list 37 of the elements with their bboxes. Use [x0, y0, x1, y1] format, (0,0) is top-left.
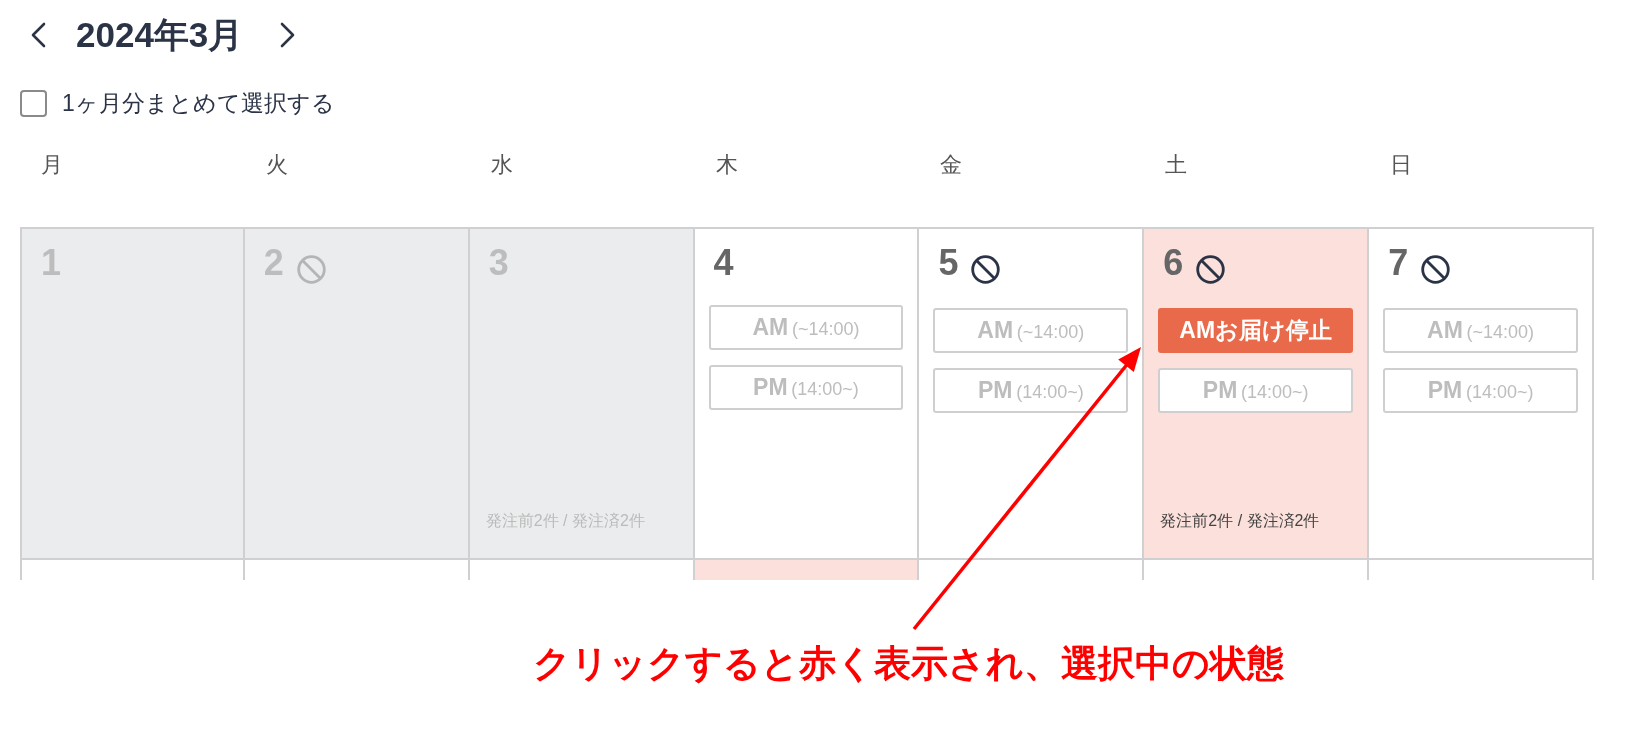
chevron-left-icon[interactable]	[30, 22, 46, 48]
weekday-label: 金	[940, 151, 963, 179]
weekday-label: 水	[490, 151, 513, 179]
calendar-day-cell[interactable]	[694, 558, 920, 580]
weekday-label: 日	[1390, 151, 1413, 179]
calendar-day-cell[interactable]	[1144, 558, 1370, 580]
weekday-label: 火	[265, 151, 288, 179]
delivery-slot-button[interactable]: PM (14:00~)	[1383, 368, 1578, 413]
calendar-day-cell[interactable]	[919, 558, 1145, 580]
chevron-right-icon[interactable]	[280, 22, 297, 48]
calendar-day-cell[interactable]: 4 AM (~14:00) PM (14:00~)	[694, 227, 920, 558]
day-number: 6	[1163, 245, 1184, 281]
delivery-slot-button[interactable]: PM (14:00~)	[1158, 368, 1354, 413]
checkbox-label: 1ヶ月分まとめて選択する	[62, 89, 335, 117]
delivery-slot-button[interactable]: AM (~14:00)	[933, 308, 1129, 353]
delivery-slot-button[interactable]: AMお届け停止	[1158, 308, 1354, 353]
delivery-slot-button[interactable]: PM (14:00~)	[933, 368, 1129, 413]
weekday-label: 月	[41, 151, 63, 179]
day-number: 7	[1388, 245, 1409, 281]
calendar-day-cell[interactable]	[1369, 558, 1594, 580]
weekday-label: 木	[715, 151, 738, 179]
calendar-day-cell[interactable]	[20, 558, 245, 580]
delivery-slot-button[interactable]: AM (~14:00)	[1383, 308, 1578, 353]
calendar-day-cell[interactable]: 7 AM (~14:00) PM (14:00~)	[1369, 227, 1594, 558]
day-number: 5	[938, 245, 959, 281]
weekday-label: 土	[1165, 151, 1188, 179]
checkbox[interactable]	[20, 89, 47, 117]
calendar-day-cell[interactable]: 5 AM (~14:00) PM (14:00~)	[919, 227, 1145, 558]
delivery-slot-button[interactable]: PM (14:00~)	[708, 365, 904, 410]
month-title: 2024年3月	[76, 14, 244, 56]
calendar-day-cell[interactable]	[469, 558, 695, 580]
order-count-text: 発注前2件 / 発注済2件	[1159, 511, 1320, 531]
calendar-day-cell[interactable]: 6 AMお届け停止 PM (14:00~) 発注前2件 / 発注済2件	[1144, 227, 1370, 558]
calendar-day-cell[interactable]	[244, 558, 470, 580]
delivery-slot-button[interactable]: AM (~14:00)	[708, 305, 904, 350]
day-number: 4	[713, 245, 734, 281]
annotation-text: クリックすると赤く表示され、選択中の状態	[533, 642, 1284, 686]
